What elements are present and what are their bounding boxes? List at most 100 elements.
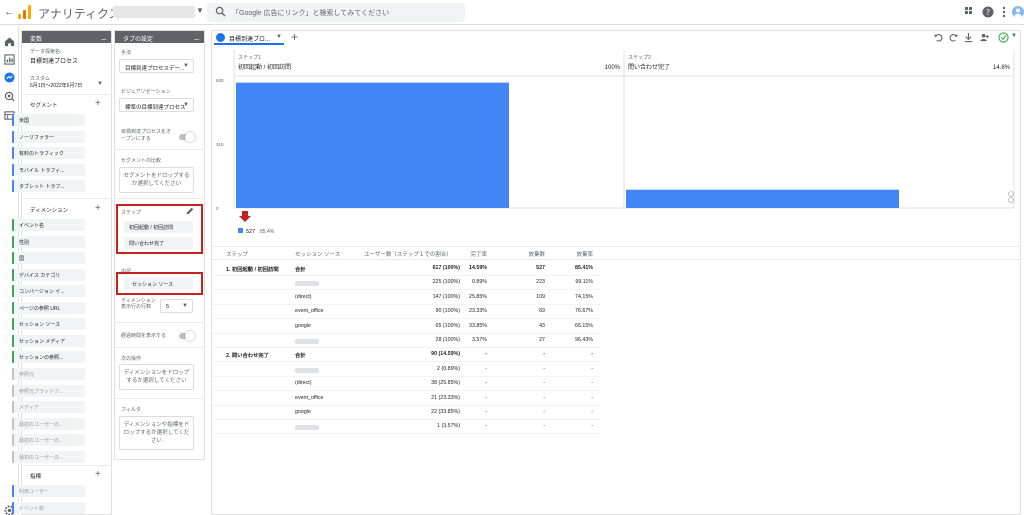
variables-header-title: 変数 <box>30 37 43 43</box>
chevron-down-icon: ▼ <box>183 102 189 108</box>
avatar-icon[interactable] <box>1012 6 1024 18</box>
table-cell: 76.67% <box>575 308 593 315</box>
table-cell: - <box>591 409 593 415</box>
open-funnel-label: 目標到達プロセスをオープンにする <box>121 129 172 142</box>
chevron-down-icon[interactable]: ▼ <box>196 6 204 15</box>
abandon-rate: 85.4% <box>260 229 275 235</box>
elapsed-time-toggle[interactable] <box>179 331 195 341</box>
redacted-source <box>295 367 319 373</box>
status-chevron-down-icon[interactable]: ▼ <box>1011 33 1017 39</box>
row-divider <box>212 375 600 377</box>
row-divider <box>212 419 600 420</box>
technique-dropdown[interactable]: 目標到達プロセスデー... ▼ <box>119 59 194 73</box>
technique-value: 目標到達プロセスデー... <box>125 66 185 72</box>
segment-drop-zone[interactable]: セグメントをドロップするか選択してください <box>119 167 194 193</box>
help-icon[interactable]: ? <box>982 6 994 18</box>
table-cell: - <box>591 380 593 387</box>
tab-chevron-down-icon[interactable]: ▼ <box>276 34 282 40</box>
home-icon[interactable] <box>4 36 15 47</box>
reports-icon[interactable] <box>4 54 15 65</box>
metric-chip[interactable]: イベント数 <box>12 501 85 514</box>
date-dropdown-chevron-icon[interactable]: ▼ <box>97 81 103 87</box>
abandon-legend-swatch <box>238 228 243 233</box>
minimize-icon[interactable]: _ <box>195 31 199 40</box>
table-header[interactable]: ステップ <box>226 250 248 258</box>
table-cell: 99.11% <box>575 279 593 286</box>
segment-chip[interactable]: 米国 <box>12 114 85 126</box>
divider <box>114 149 205 150</box>
more-vert-icon[interactable] <box>998 6 1010 18</box>
dimension-chip[interactable]: メディア <box>12 401 85 413</box>
segment-chip[interactable]: タブレット トラフ... <box>12 180 85 192</box>
analytics-logo-icon[interactable] <box>18 5 32 19</box>
share-user-icon[interactable] <box>979 32 990 43</box>
chevron-down-icon: ▼ <box>182 303 188 309</box>
tab-funnel[interactable]: 目標到達プロ... <box>214 29 284 45</box>
dimension-chip[interactable]: セッションの参照... <box>12 351 85 363</box>
segment-chip[interactable]: 有料のトラフィック <box>12 147 85 159</box>
highlight-box-steps <box>116 204 203 254</box>
add-dimension-icon[interactable]: + <box>95 204 101 214</box>
table-header[interactable]: セッション ソース <box>295 250 340 258</box>
y-tick-label: 630 <box>216 78 224 83</box>
segment-chip[interactable]: モバイル トラフィ... <box>12 163 85 176</box>
variables-panel-header: 変数 _ <box>22 31 111 43</box>
table-cell: - <box>591 365 593 372</box>
funnel-chart: 630 315 0 ステップ1 初回起動 / 初回訪問 100% ステップ2 問い合わせ完了 1… <box>216 50 1015 235</box>
table-cell: 2. 問い合わせ完了 <box>226 353 269 360</box>
next-action-label: 次の操作 <box>121 356 142 362</box>
dimension-chip[interactable]: デバイス カテゴリ <box>12 268 85 281</box>
rows-dropdown[interactable]: 5 ▼ <box>160 299 193 313</box>
step-label: ステップ1 <box>238 55 261 61</box>
add-tab-button[interactable]: + <box>291 30 298 44</box>
dimension-chip[interactable]: 性別 <box>12 235 85 248</box>
metric-chip[interactable]: 利用ユーザー <box>12 485 85 497</box>
undo-icon[interactable] <box>933 32 944 43</box>
table-divider <box>212 246 1020 247</box>
visualization-dropdown[interactable]: 標準の目標到達プロセス ▼ <box>119 98 194 112</box>
apps-grid-icon[interactable] <box>964 6 976 18</box>
explore-icon[interactable] <box>4 72 15 83</box>
back-arrow-icon[interactable]: ← <box>4 6 15 18</box>
dimension-chip[interactable]: イベント名 <box>12 219 85 231</box>
dimension-chip[interactable]: 最初のユーザーの... <box>12 417 85 430</box>
dimension-chip[interactable]: 最初のユーザーの... <box>12 450 85 463</box>
minimize-icon[interactable]: _ <box>102 31 106 40</box>
download-icon[interactable] <box>963 32 974 43</box>
search-placeholder[interactable]: 「Google 広告にリンク」と検索してみてください <box>232 8 389 18</box>
dimension-chip[interactable]: 最初のユーザーの... <box>12 434 85 446</box>
advertising-icon[interactable] <box>4 91 15 102</box>
dimension-chip[interactable]: 国 <box>12 252 85 264</box>
dimensions-title: ディメンション <box>30 208 69 214</box>
divider <box>21 465 112 466</box>
table-cell: - <box>485 380 487 387</box>
dimension-chip[interactable]: 参照元 <box>12 368 85 380</box>
table-cell: 66.15% <box>575 322 593 329</box>
table-header[interactable]: 放棄率 <box>493 250 593 258</box>
table-cell: google <box>295 409 311 415</box>
abandon-arrow-icon <box>239 211 251 222</box>
open-funnel-toggle[interactable] <box>179 132 195 142</box>
filter-drop-zone[interactable]: ディメンションや指標をドロップするか選択してください <box>119 416 194 450</box>
next-action-drop-zone[interactable]: ディメンションをドロップするか選択してください <box>119 364 194 390</box>
dimension-chip[interactable]: セッション ソース <box>12 318 85 330</box>
row-divider <box>212 289 600 291</box>
redo-icon[interactable] <box>948 32 959 43</box>
table-cell: (direct) <box>295 293 312 300</box>
redacted-source <box>295 339 319 344</box>
redacted-source <box>295 281 319 287</box>
dimension-chip[interactable]: コンバージョン イ... <box>12 285 85 297</box>
step-percent: 100% <box>605 65 621 71</box>
table-cell: 14.59% <box>469 265 487 271</box>
dimension-chip[interactable]: 参照元プラットフ... <box>12 384 85 397</box>
dimension-chip[interactable]: セッション メディア <box>12 334 85 347</box>
add-segment-icon[interactable]: + <box>95 99 101 109</box>
status-check-icon[interactable] <box>998 32 1009 43</box>
add-metric-icon[interactable]: + <box>95 470 101 480</box>
account-selector[interactable] <box>113 6 195 18</box>
segment-chip[interactable]: ノーリファラー <box>12 130 85 143</box>
date-range[interactable]: 6月1日〜2022年6月7日 <box>30 82 82 89</box>
exploration-name[interactable]: 目標到達プロセス <box>30 56 78 65</box>
dimension-chip[interactable]: ページの参照 URL <box>12 301 85 314</box>
logo-bar-2 <box>23 10 26 19</box>
